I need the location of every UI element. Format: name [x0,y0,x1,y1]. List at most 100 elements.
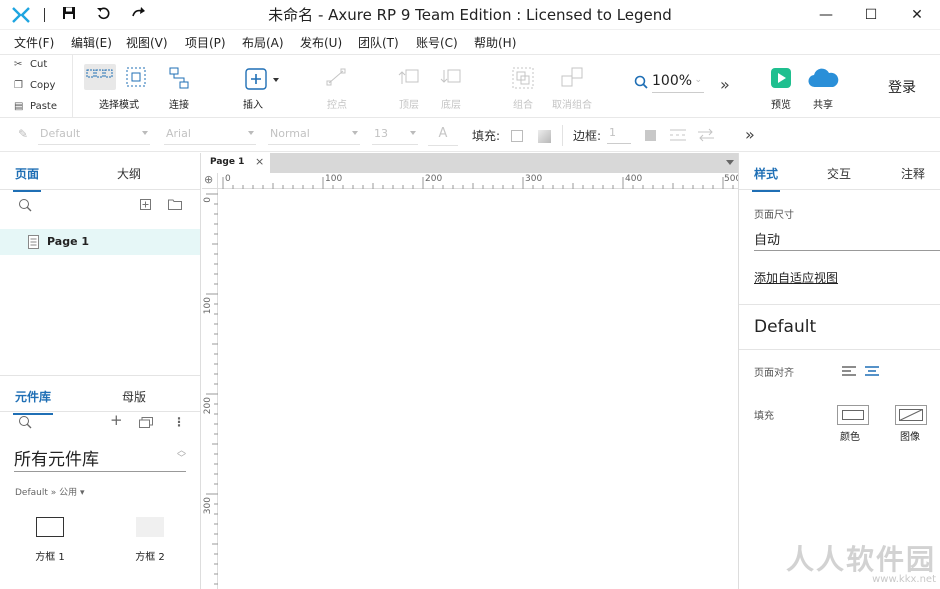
window-title: 未命名 - Axure RP 9 Team Edition : Licensed… [268,6,672,24]
bring-front-icon [398,69,419,84]
menu-publish[interactable]: 发布(U) [300,34,342,51]
tab-interactions[interactable]: 交互 [827,165,851,182]
preview-label: 预览 [771,100,791,111]
menu-team[interactable]: 团队(T) [358,34,399,51]
ruler-label: 200 [425,174,443,184]
minimize-button[interactable]: — [803,0,849,30]
tabs-dropdown-icon[interactable] [726,160,734,165]
maximize-button[interactable]: ☐ [848,0,894,30]
page-size-label: 页面尺寸 [754,210,794,221]
menu-bar: 文件(F) 编辑(E) 视图(V) 项目(P) 布局(A) 发布(U) 团队(T… [0,30,940,53]
copy-icon: ❐ [14,80,23,91]
paste-button[interactable]: ▤ Paste [14,101,57,112]
widget-box-2[interactable]: 方框 2 [120,513,180,563]
ruler-label: 300 [203,497,213,515]
fill-color-button[interactable] [837,405,869,425]
add-page-icon[interactable] [140,199,151,210]
document-tabs-bar: Page 1 × [202,153,738,173]
tab-masters[interactable]: 母版 [122,388,146,405]
add-folder-icon[interactable] [168,199,182,210]
cut-button[interactable]: ✂ Cut [14,59,47,70]
font-size-select[interactable]: 13 [372,125,418,145]
font-color-icon[interactable]: A [428,124,458,146]
line-style-icon[interactable] [669,128,687,142]
add-adaptive-view-link[interactable]: 添加自适应视图 [754,269,838,286]
menu-project[interactable]: 项目(P) [185,34,226,51]
box-widget-icon [36,517,64,537]
widget-box-1[interactable]: 方框 1 [20,513,80,563]
connector-icon [169,67,189,89]
close-button[interactable]: ✕ [894,0,940,30]
menu-file[interactable]: 文件(F) [14,34,54,51]
cut-label: Cut [30,59,48,70]
menu-view[interactable]: 视图(V) [126,34,168,51]
format-divider [562,125,563,146]
tab-style[interactable]: 样式 [751,165,781,192]
page-size-select[interactable]: 自动 [754,229,940,251]
insert-plus-icon [245,68,279,90]
group-icon [512,67,534,89]
font-select[interactable]: Arial [164,125,256,145]
fill-section-label: 填充 [754,411,774,422]
menu-help[interactable]: 帮助(H) [474,34,516,51]
style-select[interactable]: Default [38,125,150,145]
library-select[interactable]: 所有元件库 ︿ ﹀ [14,445,186,472]
tab-notes[interactable]: 注释 [901,165,925,182]
tab-outline[interactable]: 大纲 [117,165,141,182]
select-intersect-icon [86,69,113,78]
close-tab-icon[interactable]: × [255,155,264,168]
brush-icon: ✎ [18,127,29,141]
ruler-vertical: 0 100 200 300 [202,189,218,589]
menu-layout[interactable]: 布局(A) [242,34,284,51]
search-icon[interactable] [18,198,32,212]
caret-down-icon [352,131,358,135]
zoom-value: 100% [652,73,693,89]
ungroup-label: 取消组合 [552,100,592,111]
more-vertical-icon[interactable]: ⋮ [173,415,185,429]
align-center-icon[interactable] [865,366,879,376]
widget-box-1-label: 方框 1 [35,552,65,563]
format-bar: ✎ Default Arial Normal 13 A 填充: 边框: 1 » [0,119,940,152]
shadow-swatch[interactable] [538,130,551,143]
add-library-icon[interactable]: + [110,411,123,429]
toolbar-more-button[interactable]: » [720,75,730,94]
edit-points-icon [326,68,346,86]
border-width-input[interactable]: 1 [607,126,631,144]
library-breadcrumb[interactable]: Default » 公用 ▾ [15,485,85,498]
library-stack-icon[interactable] [139,417,153,428]
fill-image-button[interactable] [895,405,927,425]
fill-color-swatch[interactable] [511,130,523,142]
copy-button[interactable]: ❐ Copy [14,80,55,91]
tab-pages[interactable]: 页面 [12,165,42,192]
box-filled-widget-icon [136,517,164,537]
arrow-style-icon[interactable] [697,128,715,142]
zoom-search-icon [634,75,648,92]
library-search-icon[interactable] [18,415,32,429]
chevron-down-icon: ⌄ [694,75,702,85]
document-tab[interactable]: Page 1 × [202,153,270,173]
select-contain-icon [126,67,146,87]
menu-edit[interactable]: 编辑(E) [71,34,112,51]
tab-library[interactable]: 元件库 [12,388,54,415]
design-canvas[interactable] [219,190,738,589]
format-more-button[interactable]: » [745,125,755,144]
zoom-select[interactable]: 100% ⌄ [652,73,704,93]
ruler-label: 300 [525,174,543,184]
top-label: 顶层 [399,100,419,111]
style-value: Default [40,127,81,140]
align-left-icon[interactable] [842,366,856,376]
left-panel: 页面 大纲 Page 1 元件库 母版 + ⋮ 所有元件库 ︿ ﹀ Default… [0,153,201,589]
color-swatch-icon [842,410,864,420]
menu-account[interactable]: 账号(C) [416,34,458,51]
border-color-swatch[interactable] [645,130,656,141]
page-list-item[interactable]: Page 1 [0,229,200,255]
style-name[interactable]: Default [754,317,816,337]
fill-label: 填充: [472,129,501,143]
ruler-label: 400 [625,174,643,184]
watermark: 人人软件园 www.kkx.net [786,538,936,585]
weight-select[interactable]: Normal [268,125,360,145]
login-button[interactable]: 登录 [888,77,916,97]
border-label: 边框: [573,129,602,143]
font-size-value: 13 [374,127,388,140]
inspector-tabs: 样式 交互 注释 [739,153,940,192]
